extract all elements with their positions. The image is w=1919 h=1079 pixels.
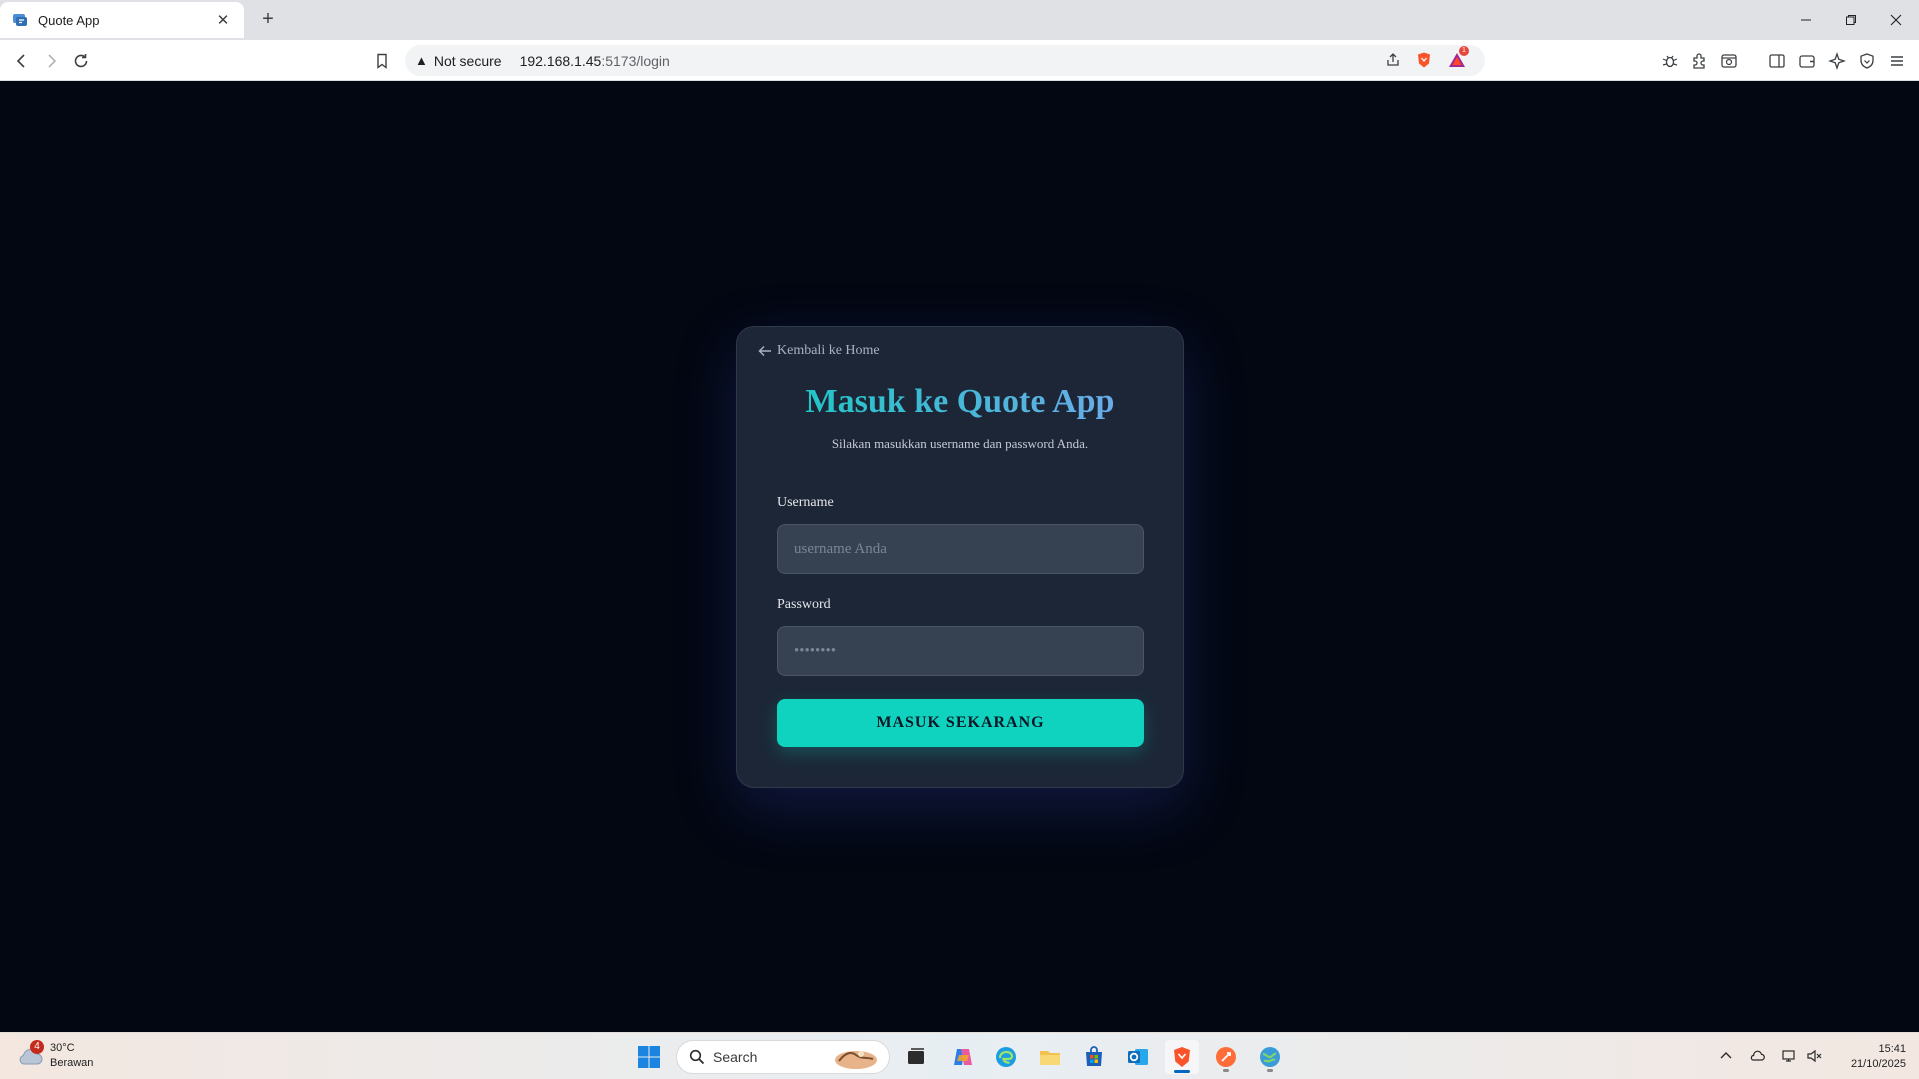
page-subtitle: Silakan masukkan username dan password A… — [831, 436, 1089, 451]
cloud-icon: 4 — [16, 1040, 44, 1070]
clock[interactable]: 15:41 21/10/2025 — [1826, 1042, 1906, 1072]
weather-badge: 4 — [30, 1040, 44, 1054]
taskbar: 4 30°C Berawan Search 15:41 21/10/2025 — [0, 1032, 1919, 1079]
store-icon[interactable] — [1077, 1040, 1111, 1074]
back-icon[interactable] — [9, 48, 35, 74]
sidebar-icon[interactable] — [1766, 50, 1788, 72]
network-icon[interactable] — [1778, 1045, 1800, 1067]
search-icon — [689, 1049, 705, 1065]
tab-close-icon[interactable]: ✕ — [214, 11, 232, 29]
screenshot-icon[interactable] — [1718, 50, 1740, 72]
wallet-icon[interactable] — [1796, 50, 1818, 72]
brave-rewards-icon[interactable]: 1 — [1445, 46, 1469, 72]
tab-title: Quote App — [38, 12, 100, 28]
globe-app-icon[interactable] — [1253, 1040, 1287, 1074]
restore-icon[interactable] — [1828, 0, 1874, 40]
url-path: :5173/login — [601, 52, 670, 69]
vpn-icon[interactable] — [1856, 50, 1878, 72]
brave-shields-icon[interactable] — [1412, 48, 1436, 72]
running-indicator — [1267, 1069, 1273, 1072]
password-label: Password — [777, 597, 831, 612]
extensions-icon[interactable] — [1689, 50, 1711, 72]
weather-condition: Berawan — [50, 1057, 94, 1069]
quote-app-favicon — [13, 14, 27, 26]
chevron-up-icon[interactable] — [1715, 1045, 1737, 1067]
brave-taskbar-icon[interactable] — [1165, 1040, 1199, 1074]
browser-toolbar: ▲ Not secure 192.168.1.45:5173/login 1 — [0, 40, 1919, 81]
leo-ai-icon[interactable] — [1826, 50, 1848, 72]
login-submit-button[interactable]: MASUK SEKARANG — [777, 699, 1144, 747]
bug-icon[interactable] — [1659, 50, 1681, 72]
arrow-left-icon — [758, 345, 771, 357]
search-label: Search — [713, 1049, 758, 1065]
task-view-icon[interactable] — [899, 1040, 933, 1074]
menu-icon[interactable] — [1886, 50, 1908, 72]
browser-tab[interactable]: Quote App ✕ — [0, 2, 244, 38]
username-input[interactable] — [777, 524, 1144, 574]
clock-date: 21/10/2025 — [1850, 1058, 1906, 1070]
temperature: 30°C — [50, 1042, 75, 1054]
copilot-icon[interactable] — [946, 1040, 980, 1074]
edge-icon[interactable] — [989, 1040, 1023, 1074]
weather-widget[interactable]: 4 30°C Berawan — [16, 1040, 94, 1071]
address-bar[interactable]: ▲ Not secure 192.168.1.45:5173/login 1 — [405, 45, 1485, 76]
search-highlight-icon — [835, 1051, 877, 1069]
browser-tabstrip: Quote App ✕ + — [0, 0, 1919, 40]
share-icon[interactable] — [1381, 48, 1405, 72]
file-explorer-icon[interactable] — [1033, 1040, 1067, 1074]
login-card: Kembali ke Home Masuk ke Quote App Silak… — [736, 326, 1184, 788]
url-host: 192.168.1.45 — [519, 52, 602, 69]
active-indicator — [1174, 1070, 1190, 1073]
login-page: Kembali ke Home Masuk ke Quote App Silak… — [0, 81, 1919, 1032]
minimize-icon[interactable] — [1783, 0, 1829, 40]
start-icon[interactable] — [632, 1040, 666, 1074]
rewards-badge: 1 — [1459, 46, 1469, 56]
username-label: Username — [777, 495, 834, 510]
warning-icon: ▲ — [415, 53, 428, 68]
security-label[interactable]: Not secure — [434, 53, 502, 69]
running-indicator — [1223, 1069, 1229, 1072]
back-link-label: Kembali ke Home — [777, 343, 880, 358]
onedrive-icon[interactable] — [1746, 1045, 1768, 1067]
back-to-home-link[interactable]: Kembali ke Home — [757, 343, 880, 359]
clock-time: 15:41 — [1878, 1043, 1906, 1055]
reload-icon[interactable] — [68, 48, 94, 74]
postman-icon[interactable] — [1209, 1040, 1243, 1074]
volume-muted-icon[interactable] — [1803, 1045, 1825, 1067]
url-text: 192.168.1.45:5173/login — [520, 53, 670, 69]
page-title: Masuk ke Quote App — [737, 383, 1183, 421]
bookmark-icon[interactable] — [369, 48, 395, 74]
taskbar-search[interactable]: Search — [676, 1040, 890, 1074]
new-tab-button[interactable]: + — [256, 8, 280, 32]
outlook-icon[interactable] — [1121, 1040, 1155, 1074]
close-window-icon[interactable] — [1873, 0, 1919, 40]
forward-icon[interactable] — [38, 48, 64, 74]
password-input[interactable] — [777, 626, 1144, 676]
